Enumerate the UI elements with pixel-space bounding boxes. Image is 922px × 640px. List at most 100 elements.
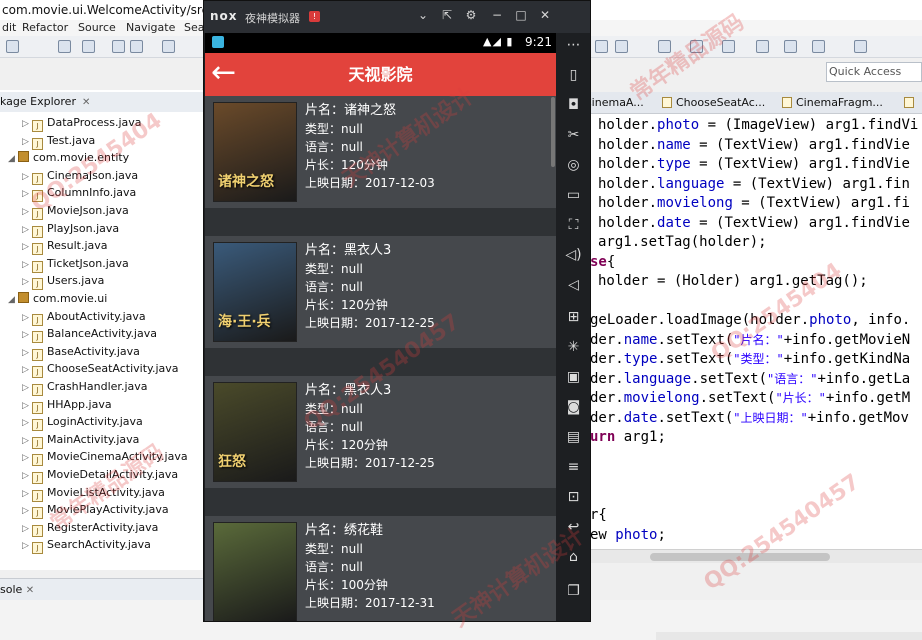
- expand-closed-icon[interactable]: ▷: [22, 239, 32, 256]
- expand-closed-icon[interactable]: ▷: [22, 538, 32, 555]
- movie-list-item[interactable]: 海·王·兵 片名：黑衣人3 类型：null 语言：null 片长：120分钟 上映日期：2…: [205, 236, 556, 348]
- tree-file[interactable]: ▷ J Test.java: [22, 132, 95, 150]
- tree-file[interactable]: ▷ J MovieListActivity.java: [22, 484, 165, 502]
- keyboard-icon[interactable]: ▭: [565, 187, 582, 204]
- movie-list-item[interactable]: 片名：绣花鞋 类型：null 语言：null 片长：100分钟 上映日期：2017-12…: [205, 516, 556, 621]
- tree-file[interactable]: ▷ J SearchActivity.java: [22, 536, 151, 555]
- editor-tab-cinema-activity[interactable]: CinemaA...: [584, 96, 644, 110]
- expand-closed-icon[interactable]: ▷: [22, 468, 32, 485]
- tree-file[interactable]: ▷ J HHApp.java: [22, 396, 112, 414]
- volume-up-icon[interactable]: ◁): [565, 247, 582, 264]
- toolbar-pilcrow-icon[interactable]: [658, 40, 671, 53]
- tree-file[interactable]: ▷ J BalanceActivity.java: [22, 325, 157, 344]
- menu-search[interactable]: Sea: [184, 20, 205, 36]
- android-back-icon[interactable]: ↩: [565, 519, 582, 536]
- expand-closed-icon[interactable]: ▷: [22, 380, 32, 397]
- tree-file[interactable]: ▷ J TicketJson.java: [22, 255, 129, 273]
- expand-closed-icon[interactable]: ▷: [22, 398, 32, 415]
- home-icon[interactable]: ⌂: [565, 549, 582, 566]
- shake-icon[interactable]: ▣: [565, 369, 582, 386]
- tree-file[interactable]: ▷ J MovieJson.java: [22, 202, 129, 220]
- loading-icon[interactable]: ✳: [565, 339, 582, 356]
- chevron-down-icon[interactable]: ⌄: [414, 8, 432, 22]
- expand-closed-icon[interactable]: ▷: [22, 274, 32, 291]
- tree-file[interactable]: ▷ J MovieDetailActivity.java: [22, 466, 178, 484]
- close-icon[interactable]: ✕: [82, 97, 90, 108]
- editor-tab-overflow[interactable]: [904, 96, 918, 110]
- expand-closed-icon[interactable]: ▷: [22, 134, 32, 151]
- scissors-icon[interactable]: ✂: [565, 127, 582, 144]
- rotate-icon[interactable]: ▯: [565, 67, 582, 84]
- tree-file[interactable]: ▷ J CinemaJson.java: [22, 167, 138, 185]
- expand-closed-icon[interactable]: ▷: [22, 486, 32, 503]
- camera-icon[interactable]: ◙: [565, 399, 582, 416]
- grid-icon[interactable]: ⊡: [565, 489, 582, 506]
- toolbar-prev-annotation-icon[interactable]: [722, 40, 735, 53]
- editor-tab-chooseseat-activity[interactable]: ChooseSeatAc...: [662, 96, 765, 110]
- scrollbar-thumb[interactable]: [650, 553, 830, 561]
- toolbar-next-annotation-icon[interactable]: [690, 40, 703, 53]
- toolbar-save-icon[interactable]: [58, 40, 71, 53]
- tree-file[interactable]: ▷ J AboutActivity.java: [22, 308, 146, 326]
- toolbar-run-icon[interactable]: [112, 40, 125, 53]
- toolbar-back-icon[interactable]: [756, 40, 769, 53]
- menu-source[interactable]: Source: [78, 20, 116, 36]
- expand-closed-icon[interactable]: ▷: [22, 257, 32, 274]
- expand-open-icon[interactable]: ◢: [8, 151, 18, 168]
- tree-file[interactable]: ▷ J ChooseSeatActivity.java: [22, 360, 179, 379]
- expand-closed-icon[interactable]: ▷: [22, 362, 32, 379]
- toolbar-annotation-icon[interactable]: [615, 40, 628, 53]
- more-icon[interactable]: ⋯: [565, 37, 582, 54]
- expand-closed-icon[interactable]: ▷: [22, 310, 32, 327]
- tree-file[interactable]: ▷ J PlayJson.java: [22, 220, 119, 238]
- tree-file[interactable]: ▷ J LoginActivity.java: [22, 413, 143, 432]
- tree-file[interactable]: ▷ J MoviePlayActivity.java: [22, 501, 169, 520]
- toolbar-check-icon[interactable]: [162, 40, 175, 53]
- movie-list-item[interactable]: 狂怒 片名：黑衣人3 类型：null 语言：null 片长：120分钟 上映日期：2017…: [205, 376, 556, 488]
- close-icon[interactable]: ✕: [536, 8, 554, 22]
- close-icon[interactable]: ✕: [26, 585, 34, 596]
- menu-navigate[interactable]: Navigate: [126, 20, 175, 36]
- expand-closed-icon[interactable]: ▷: [22, 204, 32, 221]
- tree-file[interactable]: ▷ J MainActivity.java: [22, 431, 139, 449]
- expand-closed-icon[interactable]: ▷: [22, 415, 32, 432]
- expand-closed-icon[interactable]: ▷: [22, 345, 32, 362]
- expand-closed-icon[interactable]: ▷: [22, 327, 32, 344]
- gear-icon[interactable]: ⚙: [462, 8, 480, 22]
- tree-package[interactable]: ◢ com.movie.entity: [8, 149, 129, 167]
- location-icon[interactable]: ◎: [565, 157, 582, 174]
- code-editor[interactable]: holder.photo = (ImageView) arg1.findVi ho…: [590, 114, 922, 549]
- expand-closed-icon[interactable]: ▷: [22, 433, 32, 450]
- toolbar-highlight-icon[interactable]: [595, 40, 608, 53]
- expand-closed-icon[interactable]: ▷: [22, 503, 32, 520]
- tree-file[interactable]: ▷ J RegisterActivity.java: [22, 519, 158, 537]
- tree-package[interactable]: ◢ com.movie.ui: [8, 290, 107, 308]
- toolbar-debug-icon[interactable]: [130, 40, 143, 53]
- console-tab[interactable]: sole ✕: [0, 578, 205, 600]
- expand-closed-icon[interactable]: ▷: [22, 169, 32, 186]
- robot-icon[interactable]: ◘: [565, 97, 582, 114]
- notification-badge[interactable]: !: [309, 11, 320, 22]
- maximize-icon[interactable]: □: [512, 8, 530, 22]
- volume-down-icon[interactable]: ◁: [565, 277, 582, 294]
- expand-open-icon[interactable]: ◢: [8, 292, 18, 309]
- pin-icon[interactable]: ⇱: [438, 8, 456, 22]
- menu-edit[interactable]: dit: [2, 20, 16, 36]
- tree-file[interactable]: ▷ J ColumnInfo.java: [22, 184, 136, 203]
- tree-file[interactable]: ▷ J BaseActivity.java: [22, 343, 140, 361]
- toolbar-print-icon[interactable]: [82, 40, 95, 53]
- toolbar-new-icon[interactable]: [6, 40, 19, 53]
- menu-icon[interactable]: ≡: [565, 459, 582, 476]
- expand-closed-icon[interactable]: ▷: [22, 222, 32, 239]
- expand-closed-icon[interactable]: ▷: [22, 450, 32, 467]
- tree-file[interactable]: ▷ J DataProcess.java: [22, 114, 142, 132]
- menu-refactor[interactable]: Refactor: [22, 20, 68, 36]
- editor-tab-cinema-fragment[interactable]: CinemaFragm...: [782, 96, 883, 110]
- tree-file[interactable]: ▷ J MovieCinemaActivity.java: [22, 448, 188, 467]
- toolbar-forward-icon[interactable]: [784, 40, 797, 53]
- expand-closed-icon[interactable]: ▷: [22, 521, 32, 538]
- package-explorer-tab[interactable]: kage Explorer ✕: [0, 92, 205, 112]
- multi-instance-icon[interactable]: ▤: [565, 429, 582, 446]
- minimize-icon[interactable]: −: [488, 8, 506, 22]
- tree-file[interactable]: ▷ J Users.java: [22, 272, 104, 291]
